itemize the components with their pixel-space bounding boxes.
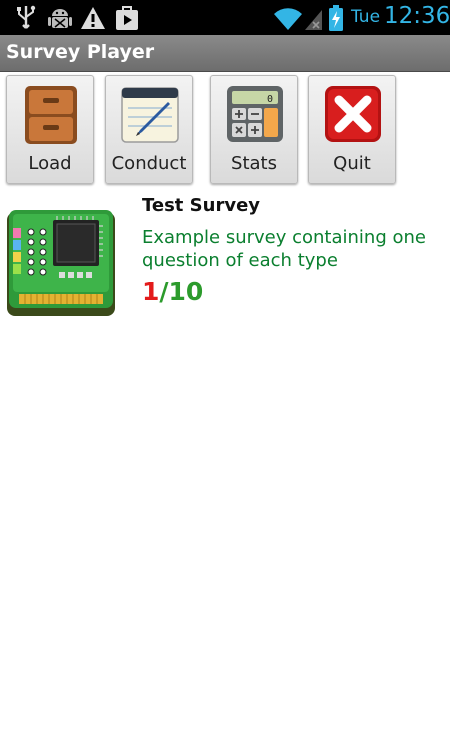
warning-icon bbox=[81, 7, 105, 29]
notepad-pencil-icon bbox=[121, 87, 179, 143]
close-icon bbox=[325, 86, 381, 142]
status-bar: Tue 12:36 bbox=[0, 0, 450, 35]
conduct-button[interactable]: Conduct bbox=[105, 75, 193, 184]
survey-title: Test Survey bbox=[142, 195, 261, 216]
progress-total: /10 bbox=[159, 277, 204, 306]
wifi-icon bbox=[274, 8, 302, 30]
usb-icon bbox=[17, 5, 36, 29]
play-store-icon bbox=[116, 6, 138, 30]
calculator-icon: 0 bbox=[227, 86, 283, 142]
cell-signal-icon bbox=[305, 10, 322, 30]
svg-text:0: 0 bbox=[267, 94, 273, 105]
quit-button[interactable]: Quit bbox=[308, 75, 396, 184]
battery-charging-icon bbox=[329, 5, 343, 31]
action-bar: Survey Player bbox=[0, 35, 450, 72]
circuit-board-icon bbox=[7, 210, 115, 316]
stats-button-label: Stats bbox=[231, 153, 277, 174]
load-button[interactable]: Load bbox=[6, 75, 94, 184]
app-title: Survey Player bbox=[6, 41, 155, 63]
load-button-label: Load bbox=[28, 153, 72, 174]
progress-current: 1 bbox=[142, 277, 160, 306]
survey-progress: 1/10 bbox=[142, 277, 203, 306]
list-item[interactable]: Test Survey Example survey containing on… bbox=[0, 195, 450, 330]
file-cabinet-icon bbox=[25, 86, 77, 144]
android-debug-icon bbox=[48, 9, 72, 28]
status-clock: 12:36 bbox=[384, 3, 450, 29]
quit-button-label: Quit bbox=[333, 153, 371, 174]
stats-button[interactable]: 0 Stats bbox=[210, 75, 298, 184]
conduct-button-label: Conduct bbox=[111, 153, 187, 174]
status-day: Tue bbox=[351, 7, 381, 27]
survey-description: Example survey containing one question o… bbox=[142, 227, 426, 271]
